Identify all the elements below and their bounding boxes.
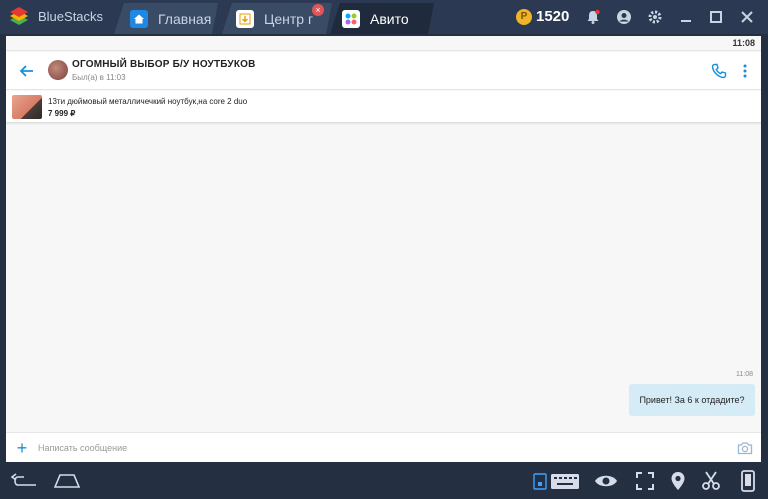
- title-bar: BlueStacks Главная Центр г × Авито P 152…: [0, 0, 768, 34]
- seller-avatar[interactable]: [48, 60, 68, 80]
- account-icon[interactable]: [615, 8, 633, 26]
- close-window-icon[interactable]: [738, 8, 756, 26]
- avito-icon: [342, 10, 360, 28]
- listing-title: 13ти дюймовый металличечкий ноутбук,на c…: [48, 97, 248, 106]
- coin-count: 1520: [536, 8, 570, 25]
- listing-thumbnail: [12, 95, 42, 119]
- tab-close-icon[interactable]: ×: [312, 4, 324, 16]
- more-options-icon[interactable]: [741, 63, 749, 79]
- settings-gear-icon[interactable]: [646, 8, 664, 26]
- phone-call-icon[interactable]: [711, 63, 727, 79]
- android-home-icon[interactable]: [52, 470, 82, 492]
- android-screen: 11:08 ОГОМНЫЙ ВЫБОР Б/У НОУТБУКОВ Был(а)…: [6, 36, 761, 462]
- chat-title[interactable]: ОГОМНЫЙ ВЫБОР Б/У НОУТБУКОВ: [72, 59, 256, 70]
- app-center-icon: [236, 10, 254, 28]
- attach-plus-icon[interactable]: +: [14, 439, 30, 457]
- tab-avito[interactable]: Авито: [330, 3, 434, 34]
- tab-avito-label: Авито: [370, 10, 409, 27]
- coin-counter[interactable]: P 1520: [516, 8, 569, 25]
- maximize-icon[interactable]: [707, 8, 725, 26]
- message-input[interactable]: [38, 439, 718, 457]
- android-back-icon[interactable]: [10, 470, 40, 492]
- listing-card[interactable]: 13ти дюймовый металличечкий ноутбук,на c…: [6, 91, 761, 123]
- rotate-device-icon[interactable]: [738, 470, 758, 492]
- home-icon: [130, 10, 148, 28]
- coin-icon: P: [516, 8, 532, 25]
- fullscreen-icon[interactable]: [634, 470, 656, 492]
- bluestacks-logo-icon: [10, 7, 28, 25]
- emulator-bottom-bar: [0, 464, 768, 499]
- minimize-icon[interactable]: [677, 8, 695, 26]
- message-time: 11:08: [736, 371, 753, 378]
- status-bar: 11:08: [6, 36, 761, 51]
- location-pin-icon[interactable]: [668, 470, 688, 492]
- back-arrow-icon[interactable]: [18, 62, 36, 80]
- tab-home-label: Главная: [158, 10, 212, 27]
- scissors-icon[interactable]: [700, 470, 722, 492]
- keyboard-icon[interactable]: [533, 470, 581, 492]
- message-composer: +: [6, 432, 761, 462]
- outgoing-message[interactable]: Привет! За 6 к отдадите?: [629, 384, 755, 416]
- app-brand: BlueStacks: [38, 9, 104, 24]
- tab-home[interactable]: Главная: [114, 3, 218, 34]
- notification-bell-icon[interactable]: [584, 8, 602, 26]
- message-text: Привет! За 6 к отдадите?: [639, 395, 745, 405]
- chat-header: ОГОМНЫЙ ВЫБОР Б/У НОУТБУКОВ Был(а) в 11:…: [6, 52, 761, 90]
- eye-icon[interactable]: [594, 470, 618, 492]
- tab-app-center-label: Центр г: [264, 10, 314, 27]
- status-time: 11:08: [732, 38, 755, 48]
- listing-price: 7 999 ₽: [48, 109, 76, 118]
- last-seen-status: Был(а) в 11:03: [72, 73, 126, 82]
- camera-icon[interactable]: [737, 441, 753, 455]
